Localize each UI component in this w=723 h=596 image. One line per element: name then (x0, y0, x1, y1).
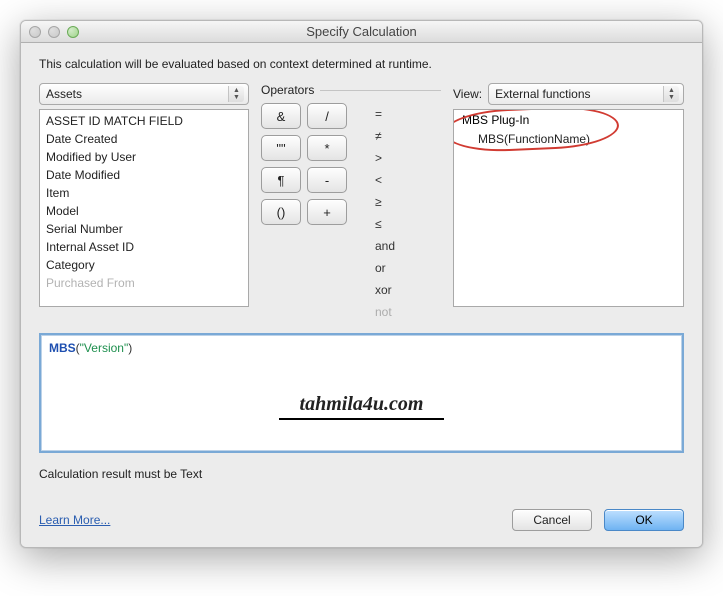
chevron-updown-icon: ▲▼ (228, 86, 244, 102)
op-lte[interactable]: ≤ (375, 215, 403, 233)
learn-more-link[interactable]: Learn More... (39, 513, 110, 527)
ok-button[interactable]: OK (604, 509, 684, 531)
calculation-textarea[interactable]: MBS("Version") tahmila4u.com (39, 333, 684, 453)
result-type-text: Calculation result must be Text (39, 467, 684, 481)
op-minus-button[interactable]: - (307, 167, 347, 193)
op-plus-button[interactable]: + (307, 199, 347, 225)
list-item[interactable]: Date Modified (40, 166, 248, 184)
watermark-text: tahmila4u.com (279, 393, 444, 420)
view-select-value: External functions (495, 87, 590, 101)
table-select-value: Assets (46, 87, 82, 101)
cancel-button[interactable]: Cancel (512, 509, 592, 531)
op-lt[interactable]: < (375, 171, 403, 189)
list-item[interactable]: Serial Number (40, 220, 248, 238)
dialog-window: Specify Calculation This calculation wil… (20, 20, 703, 548)
function-list[interactable]: MBS Plug-In MBS(FunctionName) (453, 109, 684, 307)
op-quotes-button[interactable]: "" (261, 135, 301, 161)
chevron-updown-icon: ▲▼ (663, 86, 679, 102)
op-slash-button[interactable]: / (307, 103, 347, 129)
list-item[interactable]: Model (40, 202, 248, 220)
op-amp-button[interactable]: & (261, 103, 301, 129)
op-or[interactable]: or (375, 259, 403, 277)
op-neq[interactable]: ≠ (375, 127, 403, 145)
op-gte[interactable]: ≥ (375, 193, 403, 211)
field-list[interactable]: ASSET ID MATCH FIELD Date Created Modifi… (39, 109, 249, 307)
list-item[interactable]: ASSET ID MATCH FIELD (40, 112, 248, 130)
op-gt[interactable]: > (375, 149, 403, 167)
window-title: Specify Calculation (21, 24, 702, 39)
op-and[interactable]: and (375, 237, 403, 255)
calc-func: MBS (49, 341, 76, 355)
op-not[interactable]: not (375, 303, 403, 321)
titlebar: Specify Calculation (21, 21, 702, 43)
view-label: View: (453, 87, 482, 101)
comparison-list: = ≠ > < ≥ ≤ and or xor not (367, 103, 403, 321)
list-item[interactable]: Date Created (40, 130, 248, 148)
operators-label: Operators (261, 83, 314, 97)
function-item[interactable]: MBS(FunctionName) (454, 130, 683, 148)
list-item[interactable]: Category (40, 256, 248, 274)
list-item[interactable]: Item (40, 184, 248, 202)
list-item[interactable]: Modified by User (40, 148, 248, 166)
function-group[interactable]: MBS Plug-In (454, 110, 683, 130)
list-item[interactable]: Purchased From (40, 274, 248, 292)
op-eq[interactable]: = (375, 105, 403, 123)
op-parens-button[interactable]: () (261, 199, 301, 225)
calc-arg: "Version" (80, 341, 129, 355)
divider (320, 90, 441, 91)
dialog-content: This calculation will be evaluated based… (21, 43, 702, 547)
op-xor[interactable]: xor (375, 281, 403, 299)
calc-close: ) (128, 341, 132, 355)
intro-text: This calculation will be evaluated based… (39, 57, 684, 71)
list-item[interactable]: Internal Asset ID (40, 238, 248, 256)
op-star-button[interactable]: * (307, 135, 347, 161)
op-pilcrow-button[interactable]: ¶ (261, 167, 301, 193)
view-select[interactable]: External functions ▲▼ (488, 83, 684, 105)
table-select[interactable]: Assets ▲▼ (39, 83, 249, 105)
operator-button-grid: & / "" * ¶ - () + (261, 103, 347, 321)
